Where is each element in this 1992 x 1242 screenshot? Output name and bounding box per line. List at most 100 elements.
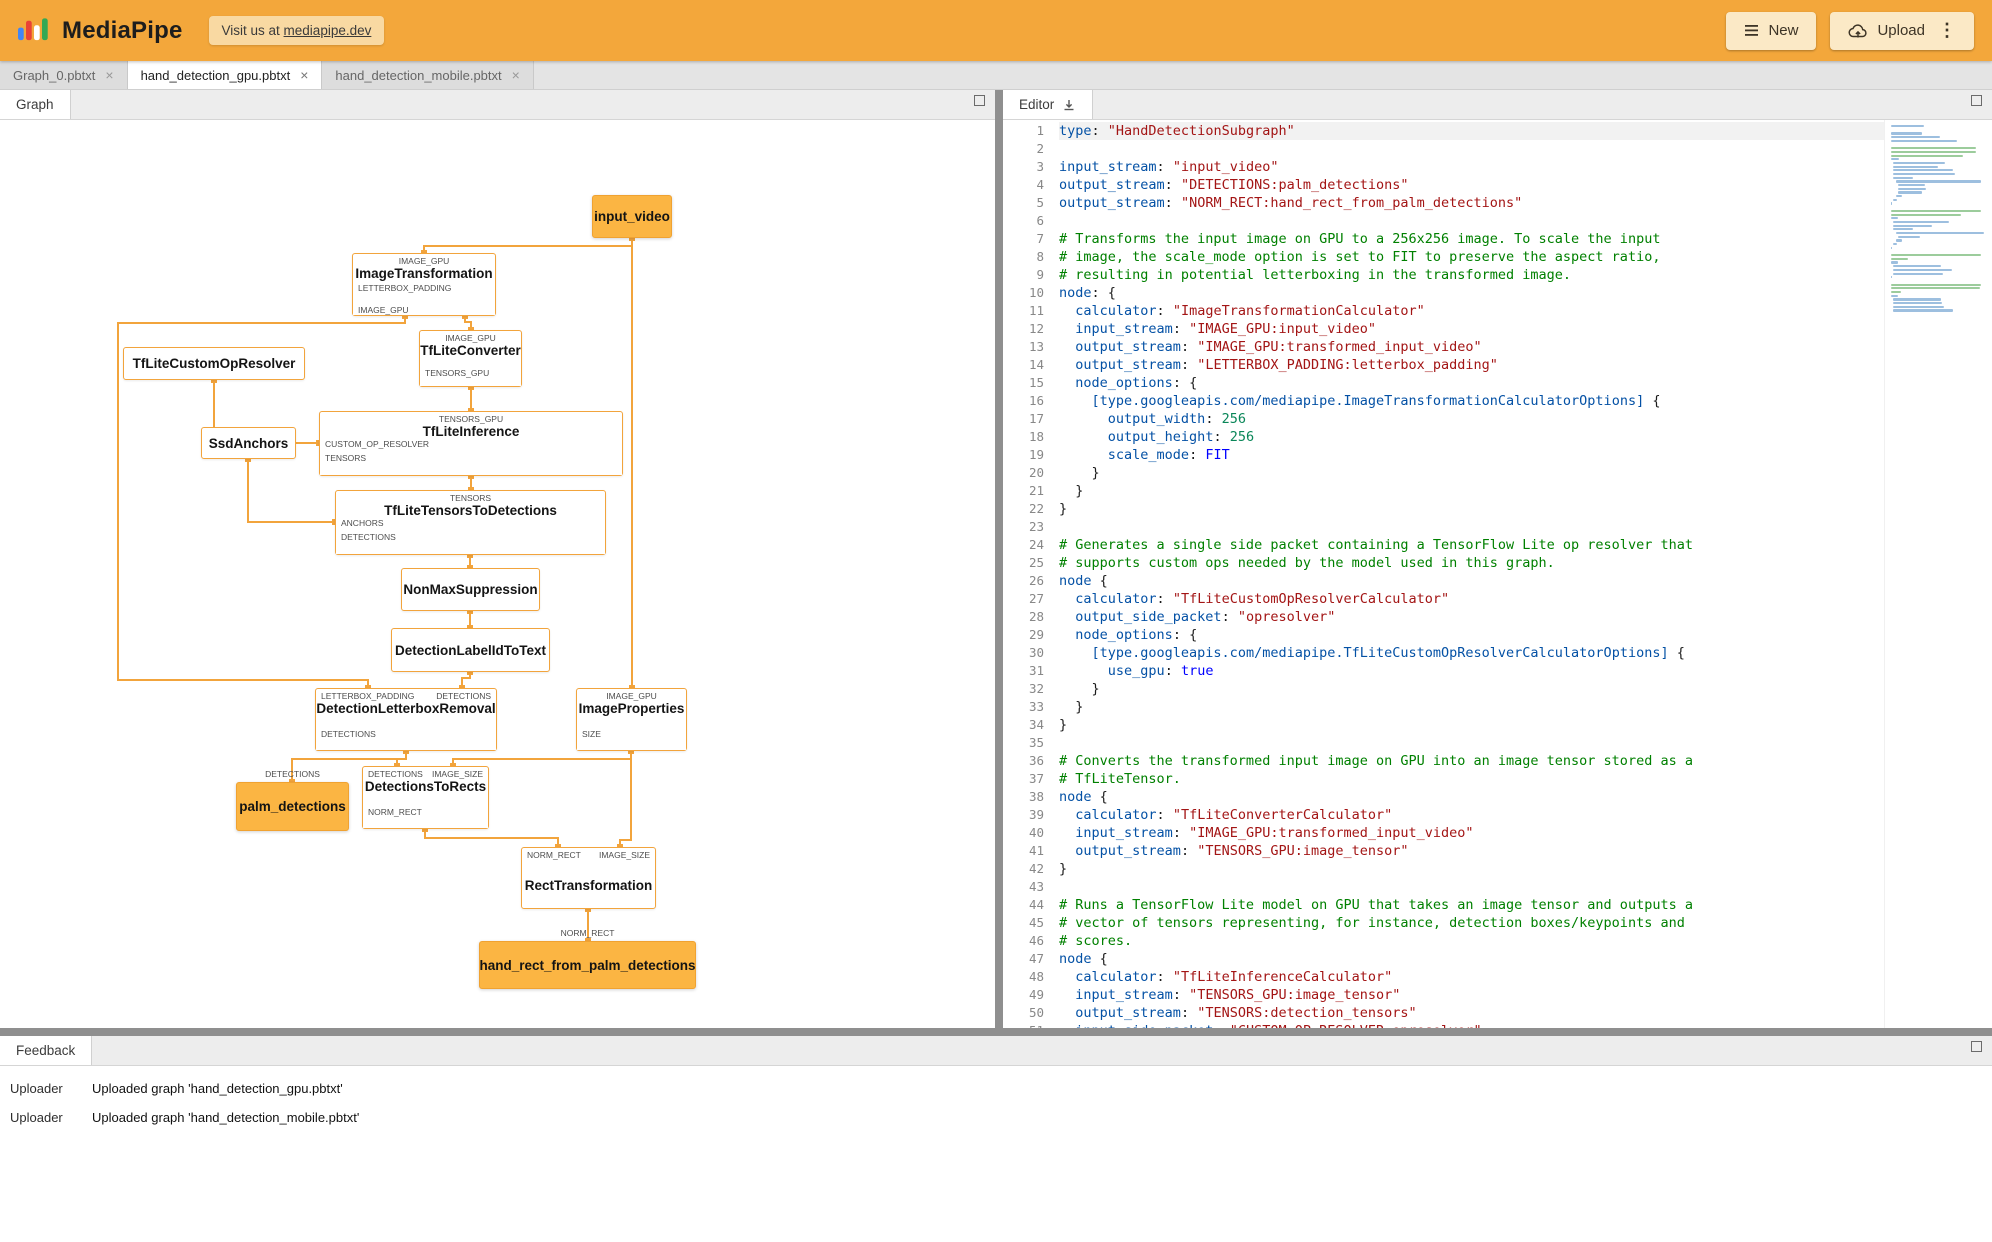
graph-node-hand_rect_from_palm_detections[interactable]: NORM_RECT hand_rect_from_palm_detections [479, 925, 696, 989]
code-line[interactable]: [type.googleapis.com/mediapipe.ImageTran… [1059, 392, 1884, 410]
line-number: 26 [1028, 573, 1044, 588]
code-line[interactable] [1059, 140, 1884, 158]
code-line[interactable]: # TfLiteTensor. [1059, 770, 1884, 788]
graph-node-DetectionLetterboxRemoval[interactable]: LETTERBOX_PADDING DETECTIONS DetectionLett… [315, 688, 497, 751]
graph-node-DetectionLabelIdToText[interactable]: DetectionLabelIdToText [391, 628, 550, 672]
code-line[interactable]: output_stream: "TENSORS_GPU:image_tensor… [1059, 842, 1884, 860]
line-number: 15 [1028, 375, 1044, 390]
graph-node-DetectionsToRects[interactable]: DETECTIONS IMAGE_SIZE DetectionsToRects NOR… [362, 766, 489, 829]
expand-graph-panel-icon[interactable] [974, 95, 985, 106]
close-tab-icon[interactable]: × [105, 67, 113, 83]
code-line[interactable]: node { [1059, 572, 1884, 590]
code-editor[interactable]: 1 2 3 4 5 6 7 8 9 10 11 12 13 14 15 16 17 18 19 20 21 22 23 24 2… [1003, 120, 1992, 1028]
mediapipe-dev-link[interactable]: mediapipe.dev [284, 23, 372, 38]
file-tab-hand-detection-gpu[interactable]: hand_detection_gpu.pbtxt × [127, 61, 323, 89]
graph-node-input_video[interactable]: input_video [592, 195, 672, 238]
code-line[interactable]: input_side_packet: "CUSTOM_OP_RESOLVER:o… [1059, 1022, 1884, 1028]
code-line[interactable]: } [1059, 482, 1884, 500]
code-line[interactable]: calculator: "TfLiteCustomOpResolverCalcu… [1059, 590, 1884, 608]
code-line[interactable]: # image, the scale_mode option is set to… [1059, 248, 1884, 266]
code-line[interactable]: scale_mode: FIT [1059, 446, 1884, 464]
code-line[interactable]: calculator: "ImageTransformationCalculat… [1059, 302, 1884, 320]
graph-node-RectTransformation[interactable]: NORM_RECT IMAGE_SIZE RectTransformation [521, 847, 656, 909]
upload-menu-kebab-icon[interactable]: ⋮ [1938, 20, 1956, 41]
code-line[interactable]: type: "HandDetectionSubgraph" [1059, 122, 1884, 140]
code-line[interactable]: calculator: "TfLiteInferenceCalculator" [1059, 968, 1884, 986]
tab-editor[interactable]: Editor [1003, 90, 1094, 119]
vertical-splitter[interactable] [995, 90, 1003, 1028]
expand-feedback-panel-icon[interactable] [1971, 1041, 1982, 1052]
feedback-entry: Uploader Uploaded graph 'hand_detection_… [10, 1074, 1982, 1103]
code-line[interactable]: # Generates a single side packet contain… [1059, 536, 1884, 554]
code-line[interactable] [1059, 518, 1884, 536]
close-tab-icon[interactable]: × [512, 67, 520, 83]
graph-node-ImageProperties[interactable]: IMAGE_GPU ImageProperties SIZE [576, 688, 687, 751]
close-tab-icon[interactable]: × [300, 67, 308, 83]
code-line[interactable] [1059, 212, 1884, 230]
graph-node-TfLiteInference[interactable]: TENSORS_GPU TfLiteInference TENSORS CUSTOM_… [319, 411, 623, 476]
code-line[interactable]: # resulting in potential letterboxing in… [1059, 266, 1884, 284]
code-line[interactable]: node { [1059, 950, 1884, 968]
file-tab-graph-0[interactable]: Graph_0.pbtxt × [0, 61, 128, 89]
code-line[interactable]: output_stream: "NORM_RECT:hand_rect_from… [1059, 194, 1884, 212]
code-line[interactable]: # supports custom ops needed by the mode… [1059, 554, 1884, 572]
code-line[interactable]: output_height: 256 [1059, 428, 1884, 446]
code-line[interactable]: node { [1059, 788, 1884, 806]
file-tab-hand-detection-mobile[interactable]: hand_detection_mobile.pbtxt × [322, 61, 534, 89]
code-line[interactable]: calculator: "TfLiteConverterCalculator" [1059, 806, 1884, 824]
code-line[interactable]: # Transforms the input image on GPU to a… [1059, 230, 1884, 248]
code-line[interactable] [1059, 734, 1884, 752]
code-line[interactable]: input_stream: "IMAGE_GPU:input_video" [1059, 320, 1884, 338]
code-line[interactable]: input_stream: "TENSORS_GPU:image_tensor" [1059, 986, 1884, 1004]
expand-editor-panel-icon[interactable] [1971, 95, 1982, 106]
code-line[interactable]: } [1059, 500, 1884, 518]
new-button[interactable]: New [1726, 11, 1817, 50]
graph-node-TfLiteTensorsToDetections[interactable]: TENSORS TfLiteTensorsToDetections DETECTIO… [335, 490, 606, 555]
code-line[interactable]: output_stream: "IMAGE_GPU:transformed_in… [1059, 338, 1884, 356]
graph-canvas[interactable]: input_video IMAGE_GPU ImageTransformation L… [0, 120, 995, 1028]
code-line[interactable]: [type.googleapis.com/mediapipe.TfLiteCus… [1059, 644, 1884, 662]
code-line[interactable]: input_stream: "input_video" [1059, 158, 1884, 176]
code-line[interactable]: } [1059, 860, 1884, 878]
code-line[interactable]: # vector of tensors representing, for in… [1059, 914, 1884, 932]
line-number: 12 [1028, 321, 1044, 336]
horizontal-splitter[interactable] [0, 1028, 1992, 1036]
code-line[interactable]: # Runs a TensorFlow Lite model on GPU th… [1059, 896, 1884, 914]
upload-button[interactable]: Upload ⋮ [1830, 11, 1974, 50]
code-line[interactable]: output_stream: "DETECTIONS:palm_detectio… [1059, 176, 1884, 194]
code-line[interactable]: node_options: { [1059, 626, 1884, 644]
tab-feedback[interactable]: Feedback [0, 1036, 93, 1065]
code-line[interactable]: output_side_packet: "opresolver" [1059, 608, 1884, 626]
code-line[interactable]: } [1059, 698, 1884, 716]
code-lines[interactable]: type: "HandDetectionSubgraph" input_stre… [1059, 120, 1884, 1028]
graph-node-palm_detections[interactable]: DETECTIONS palm_detections [236, 766, 349, 831]
graph-node-TfLiteCustomOpResolver[interactable]: TfLiteCustomOpResolver [123, 347, 305, 380]
code-line[interactable]: output_stream: "TENSORS:detection_tensor… [1059, 1004, 1884, 1022]
graph-node-ImageTransformation[interactable]: IMAGE_GPU ImageTransformation LETTERBOX_PA… [352, 253, 496, 316]
graph-node-NonMaxSuppression[interactable]: NonMaxSuppression [401, 568, 540, 611]
code-line[interactable]: node: { [1059, 284, 1884, 302]
strip-spacer [1093, 90, 1971, 119]
node-label: TfLiteInference [422, 424, 520, 439]
code-line[interactable]: } [1059, 716, 1884, 734]
download-icon[interactable] [1062, 98, 1076, 112]
code-line[interactable]: node_options: { [1059, 374, 1884, 392]
line-number: 27 [1028, 591, 1044, 606]
minimap-line-mark [1891, 246, 1893, 249]
code-line[interactable]: output_width: 256 [1059, 410, 1884, 428]
feedback-message: Uploaded graph 'hand_detection_mobile.pb… [92, 1110, 360, 1125]
code-line[interactable]: # Converts the transformed input image o… [1059, 752, 1884, 770]
minimap[interactable] [1884, 120, 1992, 1028]
code-line[interactable]: output_stream: "LETTERBOX_PADDING:letter… [1059, 356, 1884, 374]
file-tab-label: Graph_0.pbtxt [13, 67, 96, 83]
graph-node-SsdAnchors[interactable]: SsdAnchors [201, 427, 296, 459]
code-line[interactable]: use_gpu: true [1059, 662, 1884, 680]
code-line[interactable]: # scores. [1059, 932, 1884, 950]
line-number: 6 [1036, 213, 1044, 228]
code-line[interactable]: } [1059, 680, 1884, 698]
tab-graph[interactable]: Graph [0, 90, 71, 119]
code-line[interactable]: } [1059, 464, 1884, 482]
graph-node-TfLiteConverter[interactable]: IMAGE_GPU TfLiteConverter TENSORS_GPU [419, 330, 522, 387]
code-line[interactable]: input_stream: "IMAGE_GPU:transformed_inp… [1059, 824, 1884, 842]
code-line[interactable] [1059, 878, 1884, 896]
